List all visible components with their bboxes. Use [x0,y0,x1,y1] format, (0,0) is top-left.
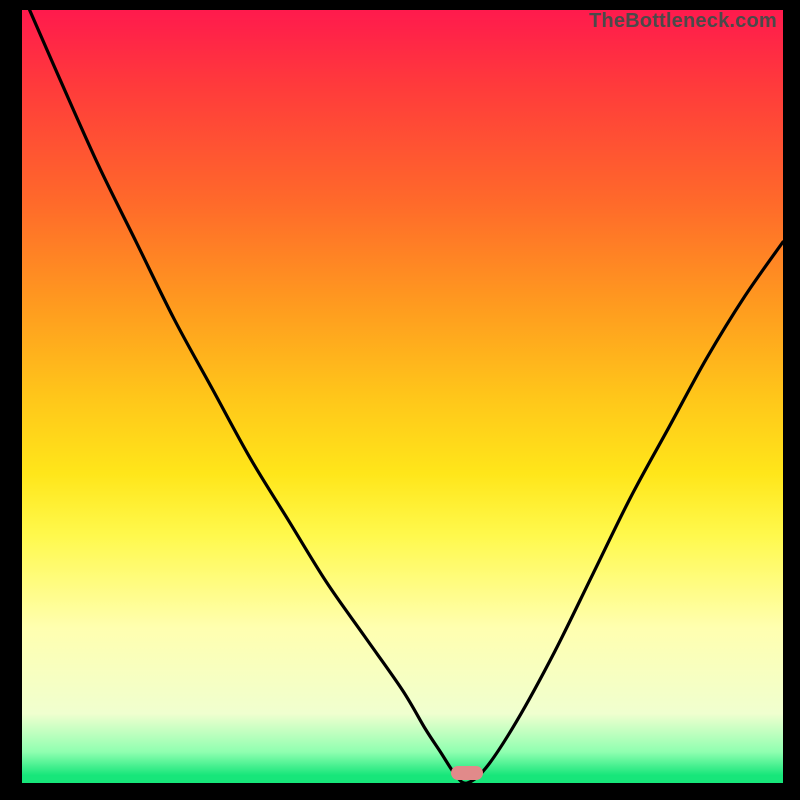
plot-area: TheBottleneck.com [22,10,783,783]
minimum-marker [451,766,483,780]
bottleneck-curve [22,10,783,783]
chart-frame: TheBottleneck.com [0,0,800,800]
